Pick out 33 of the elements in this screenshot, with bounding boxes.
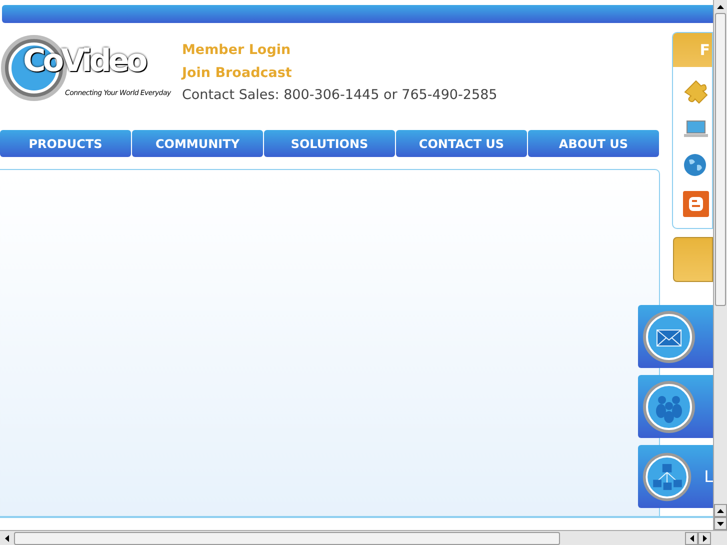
scroll-down-button[interactable] bbox=[714, 517, 727, 530]
left-arrow-icon bbox=[690, 534, 694, 542]
follow-panel-title: F bbox=[700, 40, 710, 61]
horizontal-scrollbar[interactable] bbox=[0, 530, 727, 545]
contact-sales-text: Contact Sales: 800-306-1445 or 765-490-2585 bbox=[182, 86, 498, 105]
nav-tab[interactable]: COMMUNITY bbox=[132, 130, 263, 157]
globe-icon[interactable] bbox=[683, 153, 707, 177]
blogger-icon[interactable] bbox=[683, 191, 709, 217]
feature-card[interactable] bbox=[638, 305, 713, 368]
people-icon bbox=[642, 380, 696, 434]
feature-card[interactable] bbox=[638, 375, 713, 438]
nav-tab[interactable]: CONTACT US bbox=[396, 130, 527, 157]
nav-tab[interactable]: PRODUCTS bbox=[0, 130, 131, 157]
scroll-up-button[interactable] bbox=[714, 504, 727, 517]
up-arrow-icon bbox=[717, 508, 724, 512]
scroll-left-button[interactable] bbox=[685, 532, 698, 544]
left-arrow-icon bbox=[5, 534, 9, 542]
up-arrow-icon bbox=[717, 4, 724, 8]
feature-card-label: L bbox=[704, 466, 713, 488]
scroll-right-button[interactable] bbox=[698, 532, 711, 544]
feature-card[interactable]: L bbox=[638, 445, 713, 508]
nav-tab[interactable]: ABOUT US bbox=[528, 130, 659, 157]
down-arrow-icon bbox=[717, 522, 724, 526]
header-link[interactable]: Member Login bbox=[182, 39, 498, 62]
vertical-scrollbar[interactable] bbox=[713, 0, 727, 530]
right-arrow-icon bbox=[702, 534, 706, 542]
header-link[interactable]: Join Broadcast bbox=[182, 62, 498, 85]
scroll-thumb[interactable] bbox=[14, 532, 560, 544]
envelope-icon bbox=[642, 310, 696, 364]
laptop-icon[interactable] bbox=[683, 119, 709, 139]
scroll-thumb[interactable] bbox=[715, 13, 726, 306]
puzzle-icon[interactable] bbox=[683, 79, 709, 105]
nav-tab[interactable]: SOLUTIONS bbox=[264, 130, 395, 157]
